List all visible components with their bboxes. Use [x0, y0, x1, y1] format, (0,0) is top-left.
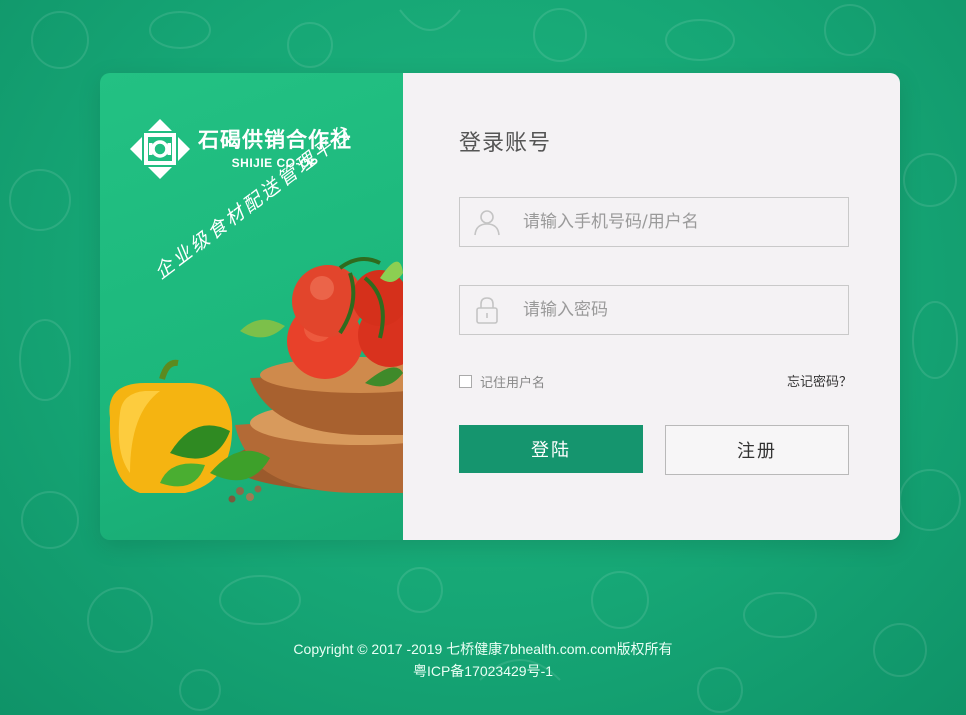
username-input[interactable]	[521, 211, 825, 233]
user-icon	[474, 210, 500, 236]
coop-logo-icon	[130, 119, 190, 179]
remember-label: 记住用户名	[480, 376, 546, 391]
icp-text: 粤ICP备17023429号-1	[412, 663, 554, 679]
forgot-password-link[interactable]: 忘记密码？	[787, 371, 852, 390]
username-field[interactable]	[459, 197, 849, 247]
lock-icon	[476, 297, 498, 324]
copyright-text: Copyright © 2017 -2019 七桥健康7bhealth.com.…	[293, 641, 673, 657]
login-button[interactable]: 登陆	[459, 425, 643, 473]
login-card: 石碣供销合作社 SHIJIE CO-OP 企业级食材配送管理平台 登录账号 请输…	[100, 73, 900, 540]
password-field[interactable]	[459, 285, 849, 335]
promo-panel: 石碣供销合作社 SHIJIE CO-OP 企业级食材配送管理平台	[100, 73, 403, 540]
login-panel: 登录账号 记住用户名 忘记密码？ 登陆 注册	[403, 73, 900, 540]
remember-username[interactable]: 记住用户名	[459, 372, 545, 391]
register-button[interactable]: 注册	[665, 425, 849, 475]
remember-checkbox[interactable]	[459, 375, 472, 388]
login-title: 登录账号	[459, 131, 552, 156]
password-input[interactable]	[521, 299, 825, 321]
footer: Copyright © 2017 -2019 七桥健康7bhealth.com.…	[0, 638, 966, 682]
